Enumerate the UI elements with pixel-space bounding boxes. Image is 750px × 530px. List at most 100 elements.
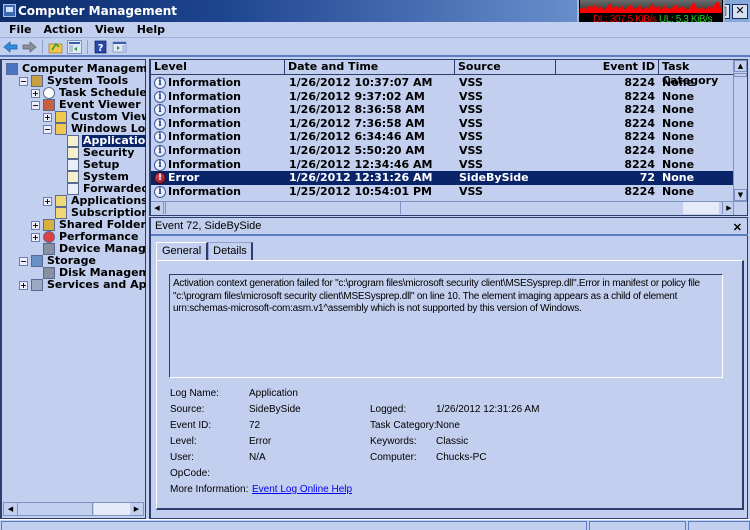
- logged-label: Logged:: [370, 404, 407, 415]
- column-header-level[interactable]: Level: [151, 60, 285, 74]
- expand-icon[interactable]: +: [31, 233, 40, 242]
- scroll-left-button[interactable]: ◀: [4, 503, 17, 515]
- event-task-category: None: [662, 76, 695, 89]
- events-horizontal-scrollbar[interactable]: ◀ ▶: [151, 201, 735, 215]
- log-icon: [67, 171, 79, 183]
- event-row[interactable]: i Information 1/26/2012 10:37:07 AM VSS 8224…: [151, 76, 735, 90]
- event-source: VSS: [459, 157, 483, 171]
- expand-icon[interactable]: +: [43, 113, 52, 122]
- event-source: VSS: [459, 184, 483, 198]
- column-header-date-time[interactable]: Date and Time: [285, 60, 455, 74]
- forward-icon[interactable]: [22, 40, 37, 54]
- window-title: Computer Management: [18, 4, 177, 18]
- keywords-value: Classic: [436, 436, 469, 447]
- user-value: N/A: [249, 452, 266, 463]
- scroll-track[interactable]: [683, 202, 719, 214]
- show-hide-tree-icon[interactable]: [67, 39, 82, 54]
- event-level: Information: [168, 103, 241, 117]
- keywords-label: Keywords:: [370, 436, 417, 447]
- expand-icon[interactable]: +: [43, 197, 52, 206]
- network-traffic-graph: [580, 0, 722, 13]
- more-information-label: More Information:: [170, 484, 249, 495]
- event-date-time: 1/26/2012 9:37:02 AM: [289, 89, 425, 103]
- information-icon: i: [154, 145, 166, 157]
- event-id: 8224: [624, 103, 655, 117]
- task-category-value: None: [436, 420, 460, 431]
- collapse-icon[interactable]: −: [19, 257, 28, 266]
- expand-icon[interactable]: +: [31, 221, 40, 230]
- help-icon[interactable]: ?: [93, 40, 108, 54]
- close-button[interactable]: ✕: [732, 4, 748, 19]
- event-task-category: None: [662, 116, 695, 130]
- traffic-sparkline: [580, 1, 722, 13]
- scroll-track[interactable]: [94, 503, 132, 515]
- log-icon: [67, 147, 79, 159]
- toolbar-separator: [87, 39, 88, 54]
- events-vertical-scrollbar[interactable]: ▲ ▼: [733, 60, 747, 201]
- scroll-thumb[interactable]: [165, 202, 401, 214]
- scroll-down-button[interactable]: ▼: [734, 189, 747, 201]
- information-icon: i: [154, 158, 166, 171]
- source-label: Source:: [170, 404, 205, 415]
- menu-bar: File Action View Help: [0, 22, 750, 38]
- back-icon[interactable]: [3, 40, 18, 54]
- event-log-online-help-link[interactable]: Event Log Online Help: [252, 484, 352, 496]
- up-folder-icon[interactable]: [48, 40, 63, 54]
- event-row[interactable]: ! Error 1/26/2012 12:31:26 AM SideBySide 72 N…: [151, 171, 735, 185]
- expand-icon[interactable]: +: [31, 89, 40, 98]
- event-level: Information: [168, 89, 241, 103]
- expand-icon[interactable]: +: [19, 281, 28, 290]
- clock-icon: [43, 87, 55, 99]
- collapse-icon[interactable]: −: [19, 77, 28, 86]
- menu-action[interactable]: Action: [38, 23, 89, 36]
- tools-icon: [31, 75, 43, 87]
- scroll-right-button[interactable]: ▶: [130, 503, 143, 515]
- column-header-event-id[interactable]: Event ID: [556, 60, 659, 74]
- event-message[interactable]: Activation context generation failed for…: [169, 274, 723, 378]
- tab-details[interactable]: Details: [208, 242, 253, 260]
- collapse-icon[interactable]: −: [31, 101, 40, 110]
- scroll-up-button[interactable]: ▲: [734, 60, 747, 72]
- event-row[interactable]: i Information 1/26/2012 5:50:20 AM VSS 8224 N…: [151, 144, 735, 158]
- event-id: 8224: [624, 89, 655, 103]
- storage-icon: [31, 255, 43, 267]
- scrollbar-corner: [733, 201, 747, 215]
- event-source: VSS: [459, 76, 483, 89]
- event-id: 8224: [624, 76, 655, 89]
- tree-horizontal-scrollbar[interactable]: ◀ ▶: [3, 502, 144, 516]
- event-level: Information: [168, 144, 241, 157]
- event-id: 8224: [624, 130, 655, 144]
- menu-view[interactable]: View: [89, 23, 131, 36]
- event-date-time: 1/26/2012 7:36:58 AM: [289, 116, 425, 130]
- event-row[interactable]: i Information 1/26/2012 8:36:58 AM VSS 8224 N…: [151, 103, 735, 117]
- scroll-thumb[interactable]: [734, 73, 747, 77]
- column-header-source[interactable]: Source: [455, 60, 556, 74]
- scroll-left-button[interactable]: ◀: [151, 202, 164, 214]
- menu-help[interactable]: Help: [131, 23, 171, 36]
- source-value: SideBySide: [249, 404, 301, 415]
- event-row[interactable]: i Information 1/26/2012 6:34:46 AM VSS 8224 N…: [151, 130, 735, 144]
- opcode-label: OpCode:: [170, 468, 211, 479]
- collapse-icon[interactable]: −: [43, 125, 52, 134]
- menu-file[interactable]: File: [3, 23, 38, 36]
- console-tree: Computer Management (−System Tools+Task …: [2, 60, 146, 500]
- event-row[interactable]: i Information 1/26/2012 9:37:02 AM VSS 8224 N…: [151, 90, 735, 104]
- information-icon: i: [154, 117, 166, 130]
- event-viewer-icon: [43, 99, 55, 111]
- services-icon: [31, 279, 43, 291]
- task-category-label: Task Category:: [370, 420, 437, 431]
- close-icon[interactable]: ✕: [733, 220, 742, 237]
- event-row[interactable]: i Information 1/26/2012 7:36:58 AM VSS 8224 N…: [151, 117, 735, 131]
- information-icon: i: [154, 90, 166, 103]
- scroll-thumb[interactable]: [17, 503, 93, 515]
- logged-value: 1/26/2012 12:31:26 AM: [436, 404, 540, 415]
- show-action-pane-icon[interactable]: [112, 40, 127, 54]
- computer-value: Chucks-PC: [436, 452, 487, 463]
- tab-general[interactable]: General: [156, 242, 209, 260]
- event-row[interactable]: i Information 1/26/2012 12:34:46 AM VSS 8224…: [151, 158, 735, 172]
- column-header-task-category[interactable]: Task Category: [659, 60, 739, 87]
- event-row[interactable]: i Information 1/25/2012 10:54:01 PM VSS 8224…: [151, 185, 735, 199]
- event-detail-title-text: Event 72, SideBySide: [155, 220, 262, 232]
- event-id-value: 72: [249, 420, 261, 431]
- event-task-category: None: [662, 130, 695, 144]
